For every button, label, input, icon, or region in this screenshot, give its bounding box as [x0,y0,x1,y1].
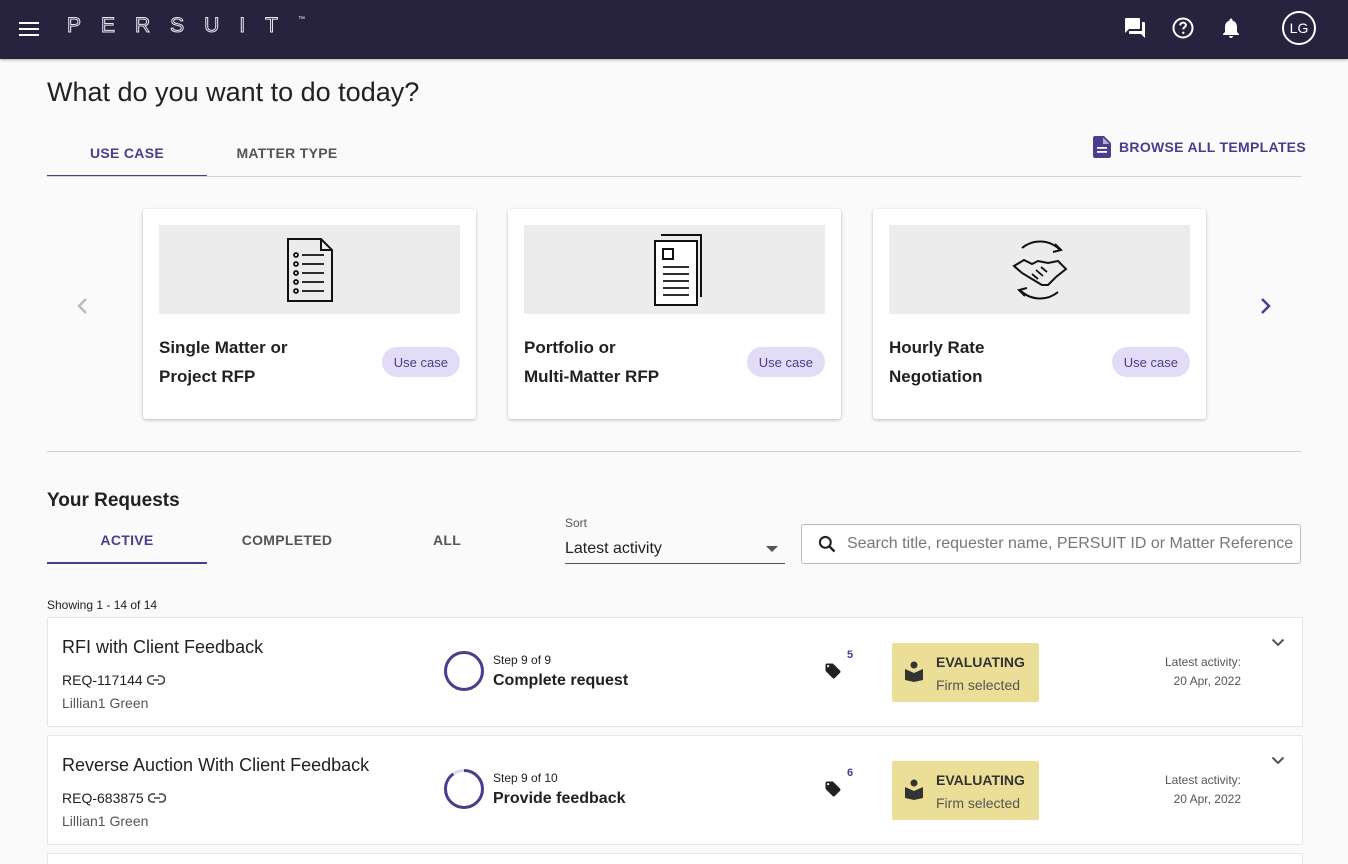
browse-label: BROWSE ALL TEMPLATES [1119,139,1306,155]
use-case-chip: Use case [746,347,825,377]
step-name: Provide feedback [493,790,626,807]
request-owner: Lillian1 Green [62,695,149,711]
request-title[interactable]: RFI with Client Feedback [62,637,263,658]
tab-use-case[interactable]: USE CASE [47,129,207,177]
status-label: EVALUATING [936,772,1025,788]
stacked-documents-icon [653,233,702,306]
persuit-logo[interactable]: PERSUIT ™ [66,14,305,38]
page-title: What do you want to do today? [47,77,420,107]
chevron-down-icon [1271,756,1285,764]
tag-icon[interactable] [824,780,842,798]
tabs-divider [47,176,1301,177]
status-label: EVALUATING [936,654,1025,670]
request-row[interactable]: RFI with Client Feedback REQ-117144 Lill… [47,617,1303,727]
step-name: Complete request [493,672,629,689]
request-id-text: REQ-117144 [62,672,143,688]
link-icon[interactable] [147,793,166,803]
status-sublabel: Firm selected [936,795,1021,811]
card-illustration [889,225,1190,314]
tab-active[interactable]: ACTIVE [47,516,207,564]
browse-all-templates-button[interactable]: BROWSE ALL TEMPLATES [1093,136,1306,158]
request-id: REQ-117144 [62,672,165,688]
evaluate-icon [905,779,923,800]
expand-button[interactable] [1268,750,1288,770]
document-icon [1093,136,1111,158]
use-case-chip: Use case [381,347,460,377]
card-title: Portfolio or Multi-Matter RFP [524,338,660,386]
use-case-chip: Use case [1111,347,1190,377]
evaluate-icon [905,661,923,682]
menu-icon[interactable] [17,17,41,41]
status-badge: EVALUATING Firm selected [892,761,1039,820]
card-illustration [159,225,460,314]
search-icon [818,535,836,553]
results-count: Showing 1 - 14 of 14 [47,598,158,612]
request-id-text: REQ-683875 [62,790,144,806]
status-badge: EVALUATING Firm selected [892,643,1039,702]
request-title[interactable]: Reverse Auction With Client Feedback [62,755,369,776]
checklist-document-icon [286,237,333,302]
latest-activity-label: Latest activity: [1164,655,1241,669]
chat-icon[interactable] [1122,15,1148,41]
latest-activity-date: 20 Apr, 2022 [1173,674,1241,688]
tab-completed[interactable]: COMPLETED [207,516,367,564]
chevron-down-icon [1271,638,1285,646]
template-card-hourly-rate[interactable]: Hourly Rate Negotiation Use case [873,209,1206,419]
carousel-prev-button[interactable] [70,294,94,318]
sort-label: Sort [565,516,588,530]
tag-count: 6 [847,767,854,779]
request-owner: Lillian1 Green [62,813,149,829]
sort-value: Latest activity [565,540,662,557]
search-input[interactable] [847,535,1297,553]
latest-activity-date: 20 Apr, 2022 [1173,792,1241,806]
request-id: REQ-683875 [62,790,166,806]
card-title: Hourly Rate Negotiation [889,338,985,386]
bell-icon[interactable] [1218,15,1244,41]
section-divider [47,451,1301,452]
step-label: Step 9 of 9 [493,653,552,667]
chevron-left-icon [77,298,87,314]
card-title: Single Matter or Project RFP [159,338,288,386]
dropdown-arrow-icon [766,546,778,552]
template-card-single-matter[interactable]: Single Matter or Project RFP Use case [143,209,476,419]
expand-button[interactable] [1268,632,1288,652]
status-sublabel: Firm selected [936,677,1021,693]
progress-ring [444,651,484,691]
search-box[interactable] [801,524,1301,564]
handshake-cycle-icon [1011,240,1067,299]
template-card-portfolio[interactable]: Portfolio or Multi-Matter RFP Use case [508,209,841,419]
latest-activity-label: Latest activity: [1164,773,1241,787]
link-icon[interactable] [146,675,165,685]
tab-all[interactable]: ALL [367,516,527,564]
user-avatar[interactable]: LG [1282,11,1316,45]
section-title: Your Requests [47,490,180,511]
request-row[interactable]: Reverse Auction With Client Feedback REQ… [47,735,1303,845]
tag-icon[interactable] [824,662,842,680]
tag-count: 5 [847,649,854,661]
step-label: Step 9 of 10 [493,771,558,785]
help-icon[interactable] [1170,15,1196,41]
progress-ring [444,769,484,809]
request-row[interactable] [47,853,1303,864]
chevron-right-icon [1261,298,1271,314]
card-illustration [524,225,825,314]
carousel-next-button[interactable] [1254,294,1278,318]
tab-matter-type[interactable]: MATTER TYPE [207,129,367,177]
sort-select[interactable]: Latest activity [565,535,785,564]
top-app-bar: PERSUIT ™ LG [0,0,1348,59]
